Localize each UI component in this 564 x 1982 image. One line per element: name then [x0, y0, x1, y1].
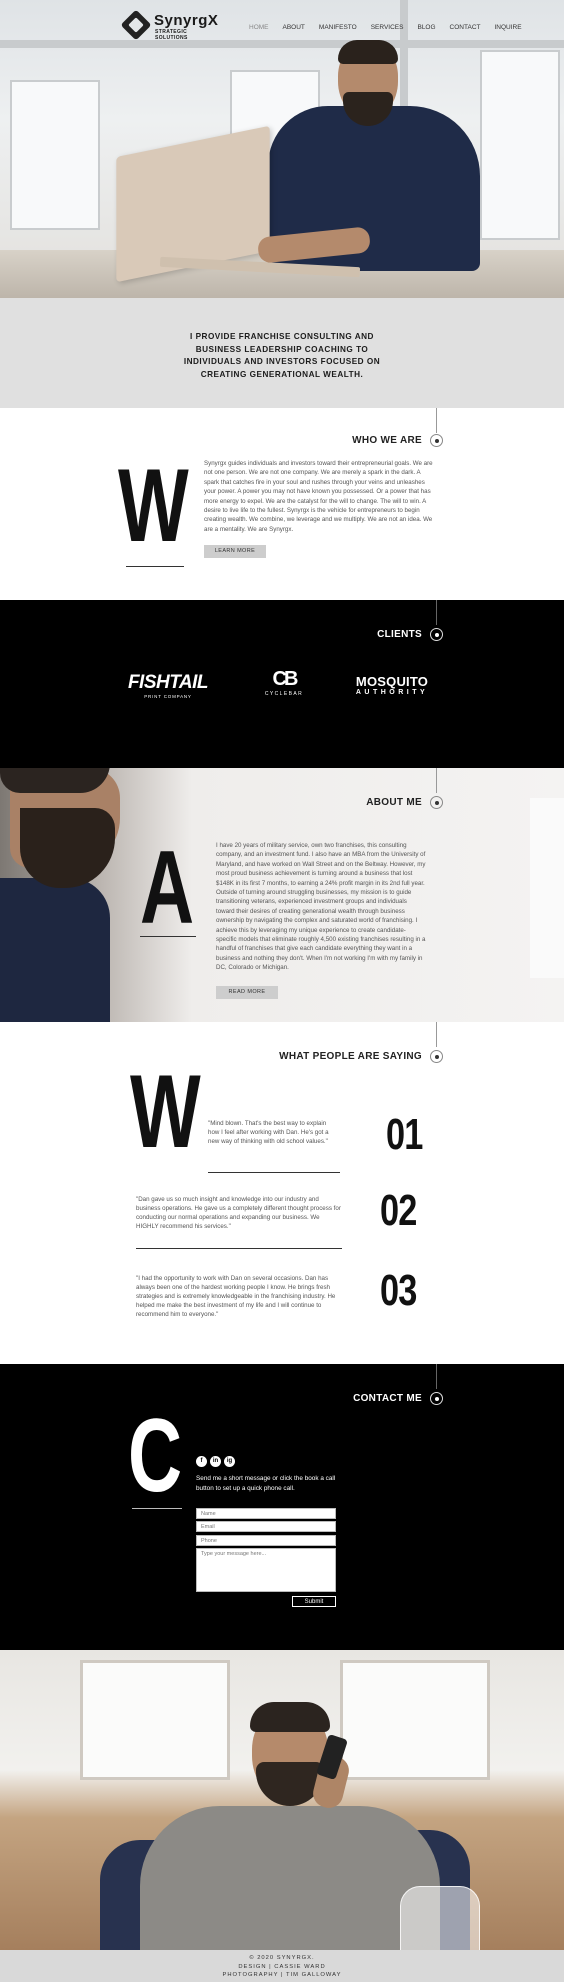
nav-about[interactable]: ABOUT: [276, 24, 312, 31]
client-logo-name: MOSQUITO: [355, 674, 429, 689]
big-letter: W: [130, 1054, 201, 1170]
intro-band: I PROVIDE FRANCHISE CONSULTING AND BUSIN…: [0, 298, 564, 408]
logo-tagline: STRATEGIC SOLUTIONS: [155, 29, 188, 41]
site-header: SynyrgX STRATEGIC SOLUTIONS HOME ABOUT M…: [0, 0, 564, 52]
client-logo-fishtail: FISHTAIL PRINT COMPANY: [122, 672, 214, 699]
about-window: [530, 798, 564, 978]
section-divider-line: [436, 768, 437, 793]
photo-person: [140, 1806, 440, 1950]
letter-underline: [140, 936, 196, 937]
site-logo[interactable]: SynyrgX STRATEGIC SOLUTIONS: [120, 9, 218, 42]
letter-underline: [132, 1508, 182, 1509]
section-divider-line: [436, 1022, 437, 1047]
nav-home[interactable]: HOME: [242, 24, 276, 31]
footer-design-credit: DESIGN | CASSIE WARD: [238, 1963, 326, 1970]
big-letter: C: [128, 1398, 183, 1514]
about-photo: [0, 768, 110, 793]
section-divider-line: [436, 408, 437, 433]
client-logo-name: FISHTAIL: [127, 672, 209, 693]
learn-more-button[interactable]: LEARN MORE: [204, 545, 266, 558]
testimonial-quote: "Mind blown. That's the best way to expl…: [208, 1120, 329, 1145]
testimonial-number: 03: [380, 1266, 417, 1315]
hero-window: [10, 80, 100, 230]
nav-manifesto[interactable]: MANIFESTO: [312, 24, 364, 31]
read-more-button[interactable]: READ MORE: [216, 986, 278, 999]
message-field[interactable]: Type your message here...: [196, 1548, 336, 1592]
nav-contact[interactable]: CONTACT: [443, 24, 488, 31]
logo-icon: [120, 9, 152, 41]
logo-name: SynyrgX: [154, 12, 219, 29]
photo-person: [250, 1702, 330, 1732]
footer-copyright: © 2020 SYNYRGX.: [249, 1955, 315, 1961]
phone-field[interactable]: Phone: [196, 1535, 336, 1546]
circle-dot-icon: [430, 434, 443, 447]
client-logo-name: CB: [272, 668, 299, 690]
client-logo-sub: PRINT COMPANY: [144, 694, 192, 699]
client-logo-mosquito: MOSQUITO AUTHORITY: [346, 674, 438, 696]
circle-dot-icon: [430, 1050, 443, 1063]
email-field[interactable]: Email: [196, 1521, 336, 1532]
name-field[interactable]: Name: [196, 1508, 336, 1519]
client-logo-sub: AUTHORITY: [355, 689, 429, 696]
instagram-icon[interactable]: ig: [224, 1456, 235, 1467]
letter-underline: [126, 566, 184, 567]
testimonial-quote: "Dan gave us so much insight and knowled…: [136, 1196, 341, 1230]
section-divider-line: [436, 1364, 437, 1389]
clients-section: CLIENTS FISHTAIL PRINT COMPANY CB CYCLEB…: [0, 600, 564, 768]
who-body: Synyrgx guides individuals and investors…: [204, 460, 433, 533]
closing-photo: [0, 1650, 564, 1950]
section-divider-line: [436, 600, 437, 625]
contact-intro-text: Send me a short message or click the boo…: [196, 1475, 336, 1492]
testimonial-quote: "I had the opportunity to work with Dan …: [136, 1275, 336, 1318]
circle-dot-icon: [430, 628, 443, 641]
circle-dot-icon: [430, 1392, 443, 1405]
photo-window: [340, 1660, 490, 1780]
main-nav: HOME ABOUT MANIFESTO SERVICES BLOG CONTA…: [242, 24, 529, 31]
hero-window: [480, 50, 560, 240]
intro-statement: I PROVIDE FRANCHISE CONSULTING AND BUSIN…: [183, 332, 381, 379]
section-heading: WHO WE ARE: [352, 435, 422, 446]
photo-window: [80, 1660, 230, 1780]
footer-photo-credit: PHOTOGRAPHY | TIM GALLOWAY: [222, 1972, 342, 1978]
photo-bottle: [400, 1886, 480, 1950]
about-photo: [20, 808, 115, 888]
section-heading: WHAT PEOPLE ARE SAYING: [279, 1051, 422, 1062]
nav-blog[interactable]: BLOG: [410, 24, 442, 31]
testimonial-divider: [208, 1172, 340, 1173]
linkedin-icon[interactable]: in: [210, 1456, 221, 1467]
testimonial-divider: [136, 1248, 342, 1249]
client-logo-sub: CYCLEBAR: [264, 691, 304, 697]
submit-button[interactable]: Submit: [292, 1596, 336, 1607]
site-footer: © 2020 SYNYRGX. DESIGN | CASSIE WARD PHO…: [0, 1950, 564, 1982]
testimonials-section: WHAT PEOPLE ARE SAYING W "Mind blown. Th…: [0, 1022, 564, 1364]
section-heading: CONTACT ME: [353, 1393, 422, 1404]
facebook-icon[interactable]: f: [196, 1456, 207, 1467]
section-heading: CLIENTS: [377, 629, 422, 640]
nav-services[interactable]: SERVICES: [364, 24, 411, 31]
about-body: I have 20 years of military service, own…: [216, 842, 426, 972]
circle-dot-icon: [430, 796, 443, 809]
big-letter: W: [118, 448, 189, 564]
who-we-are-section: WHO WE ARE W Synyrgx guides individuals …: [0, 408, 564, 600]
big-letter: A: [140, 830, 195, 946]
about-section: ABOUT ME A I have 20 years of military s…: [0, 768, 564, 1022]
section-heading: ABOUT ME: [366, 797, 422, 808]
testimonial-number: 01: [386, 1110, 423, 1159]
about-photo: [0, 878, 110, 1022]
nav-inquire[interactable]: INQUIRE: [487, 24, 528, 31]
testimonial-number: 02: [380, 1186, 417, 1235]
client-logo-cyclebar: CB CYCLEBAR: [260, 668, 308, 697]
contact-section: CONTACT ME C f in ig Send me a short mes…: [0, 1364, 564, 1650]
hero-section: SynyrgX STRATEGIC SOLUTIONS HOME ABOUT M…: [0, 0, 564, 298]
